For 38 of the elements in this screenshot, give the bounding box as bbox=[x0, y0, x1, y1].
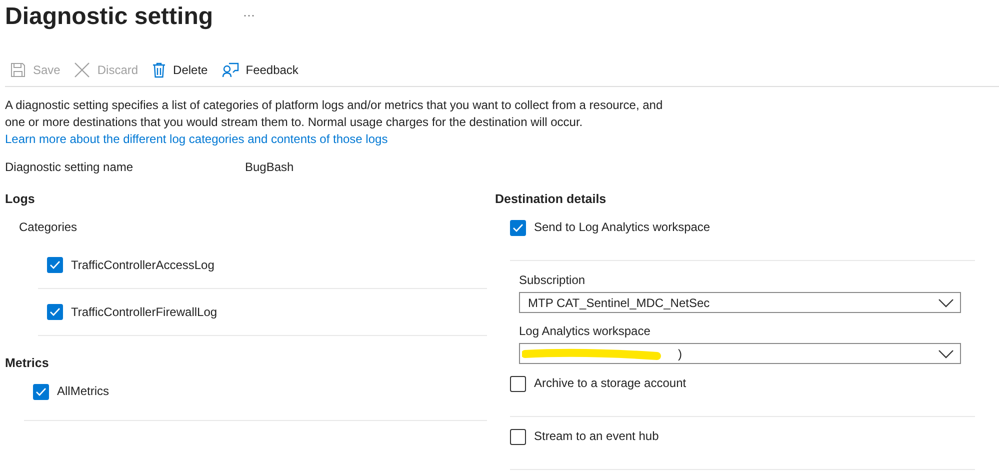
chevron-down-icon bbox=[938, 348, 954, 358]
trash-icon bbox=[152, 62, 166, 78]
check-icon bbox=[49, 260, 61, 270]
checkbox-label: AllMetrics bbox=[57, 384, 110, 398]
checkbox-label: Send to Log Analytics workspace bbox=[534, 220, 710, 234]
feedback-button[interactable]: Feedback bbox=[222, 60, 298, 80]
checkbox[interactable] bbox=[33, 384, 49, 400]
field-label: Log Analytics workspace bbox=[519, 324, 652, 338]
categories-label: Categories bbox=[19, 220, 78, 234]
person-chat-icon bbox=[222, 62, 239, 78]
checkbox[interactable] bbox=[510, 220, 526, 236]
checkbox-label: TrafficControllerFirewallLog bbox=[71, 305, 218, 319]
checkbox[interactable] bbox=[47, 257, 63, 273]
check-icon bbox=[512, 223, 524, 233]
setting-name-label: Diagnostic setting name bbox=[5, 160, 134, 174]
field-label: Subscription bbox=[519, 273, 586, 287]
checkbox-label: Stream to an event hub bbox=[534, 429, 659, 443]
section-heading: Destination details bbox=[495, 192, 608, 206]
check-icon bbox=[49, 307, 61, 317]
setting-name-value: BugBash bbox=[245, 160, 294, 174]
more-button[interactable]: ··· bbox=[243, 8, 256, 22]
checkbox-label: Archive to a storage account bbox=[534, 376, 686, 390]
delete-button[interactable]: Delete bbox=[152, 60, 208, 80]
checkbox[interactable] bbox=[510, 429, 526, 445]
learn-more-link[interactable]: Learn more about the different log categories and contents of those logs bbox=[5, 132, 388, 146]
description-text: A diagnostic setting specifies a list of categories of platform logs and/or metrics that you want to collect from a resource, and one or more destinations that you would stream them to. Normal usage charges for the destination will occur. Learn more about the different log categories and contents of those logs bbox=[5, 97, 664, 148]
check-icon bbox=[35, 387, 47, 397]
page-title: Diagnostic setting bbox=[5, 2, 214, 30]
section-heading: Logs bbox=[5, 192, 36, 206]
checkbox[interactable] bbox=[47, 304, 63, 320]
save-icon bbox=[10, 62, 26, 78]
close-icon bbox=[74, 62, 90, 78]
checkbox-label: TrafficControllerAccessLog bbox=[71, 258, 214, 272]
dropdown[interactable]: ) bbox=[519, 343, 961, 364]
section-heading: Metrics bbox=[5, 356, 50, 370]
chevron-down-icon bbox=[938, 298, 954, 308]
checkbox[interactable] bbox=[510, 376, 526, 392]
dropdown[interactable]: MTP CAT_Sentinel_MDC_NetSec bbox=[519, 292, 961, 313]
